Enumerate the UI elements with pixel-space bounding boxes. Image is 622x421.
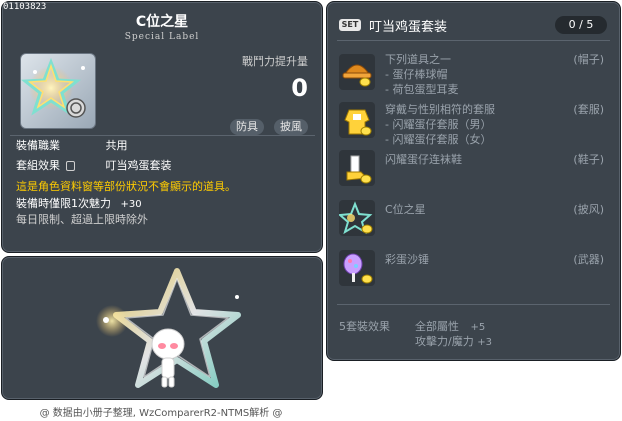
bonus-value: +3 bbox=[477, 337, 492, 348]
divider bbox=[10, 135, 315, 136]
star-cape-icon bbox=[337, 200, 375, 236]
set-item-line: - 闪耀蛋仔套服（女） bbox=[385, 133, 492, 146]
set-effect-row: 套組效果 叮当鸡蛋套装 bbox=[16, 157, 172, 173]
set-count: 0 / 5 bbox=[555, 16, 607, 34]
footer-credit: @ 数据由小册子整理, WzComparerR2-NTMS解析 @ bbox=[39, 408, 283, 419]
set-item-line: - 闪耀蛋仔套服（男） bbox=[385, 118, 492, 131]
bonus-label: 攻擊力/魔力 bbox=[415, 335, 474, 348]
set-item-line: - 荷包蛋型耳麦 bbox=[385, 83, 459, 96]
egg-maraca-icon bbox=[339, 250, 375, 286]
set-bonus-line: 攻擊力/魔力 +3 bbox=[415, 333, 492, 349]
set-bonus-title: 5套裝效果 bbox=[339, 320, 390, 333]
egg-cap-icon bbox=[339, 54, 375, 90]
set-item-line: 穿戴与性别相符的套服 bbox=[385, 103, 495, 116]
job-label: 裝備職業 bbox=[16, 139, 60, 152]
divider bbox=[337, 40, 610, 41]
egg-shoes-icon bbox=[339, 150, 375, 186]
charm-value: +30 bbox=[120, 199, 142, 210]
job-value: 共用 bbox=[105, 139, 128, 152]
set-effect-label: 套組效果 bbox=[16, 157, 102, 173]
tag-armor: 防具 bbox=[230, 119, 264, 135]
set-effect-value: 叮当鸡蛋套装 bbox=[105, 159, 172, 172]
set-item-line: 下列道具之一 bbox=[385, 53, 451, 66]
set-item-line: 闪耀蛋仔连袜鞋 bbox=[385, 153, 462, 166]
power-label: 戰鬥力提升量 bbox=[242, 55, 308, 68]
set-item-slot: (鞋子) bbox=[573, 153, 604, 166]
character-preview-panel bbox=[1, 256, 323, 400]
job-row: 裝備職業 共用 bbox=[16, 137, 128, 153]
set-item-slot: (披风) bbox=[573, 203, 604, 216]
item-subtitle: Special Label bbox=[124, 32, 200, 42]
power-value: 0 bbox=[291, 74, 308, 102]
charm-row: 裝備時僅限1次魅力 +30 bbox=[16, 195, 142, 211]
set-item-line: 彩蛋沙锤 bbox=[385, 253, 429, 266]
star-cape-preview bbox=[96, 268, 241, 388]
set-info-panel: SET 叮当鸡蛋套装 0 / 5 下列道具之一 - 蛋仔棒球帽 - 荷包蛋型耳麦… bbox=[326, 1, 621, 361]
set-item-slot: (武器) bbox=[573, 253, 604, 266]
divider bbox=[337, 304, 610, 305]
set-badge: SET bbox=[339, 19, 361, 31]
set-item-line: - 蛋仔棒球帽 bbox=[385, 68, 448, 81]
lock-icon bbox=[65, 161, 75, 171]
set-bonus-line: 全部屬性 +5 bbox=[415, 318, 485, 334]
item-title: C位之星 bbox=[135, 14, 189, 30]
star-cape-icon bbox=[20, 57, 86, 118]
item-icon-frame bbox=[20, 53, 96, 129]
limit-text: 每日限制、超過上限時除外 bbox=[16, 213, 148, 226]
set-effect-label-text: 套組效果 bbox=[16, 159, 60, 172]
egg-suit-icon bbox=[339, 102, 375, 138]
bonus-value: +5 bbox=[470, 322, 486, 333]
set-item-slot: (套服) bbox=[573, 103, 604, 116]
set-name: 叮当鸡蛋套装 bbox=[369, 20, 448, 35]
charm-text: 裝備時僅限1次魅力 bbox=[16, 197, 111, 210]
bonus-label: 全部屬性 bbox=[415, 320, 459, 333]
tag-cape: 披風 bbox=[274, 119, 308, 135]
warning-text: 這是角色資料窗等部份狀況不會顯示的道具。 bbox=[16, 180, 236, 193]
set-item-slot: (帽子) bbox=[573, 53, 604, 66]
item-tooltip-panel: 01103823 C位之星 Special Label 戰鬥力提升量 0 防具 … bbox=[1, 1, 323, 253]
set-item-line: C位之星 bbox=[385, 203, 426, 216]
